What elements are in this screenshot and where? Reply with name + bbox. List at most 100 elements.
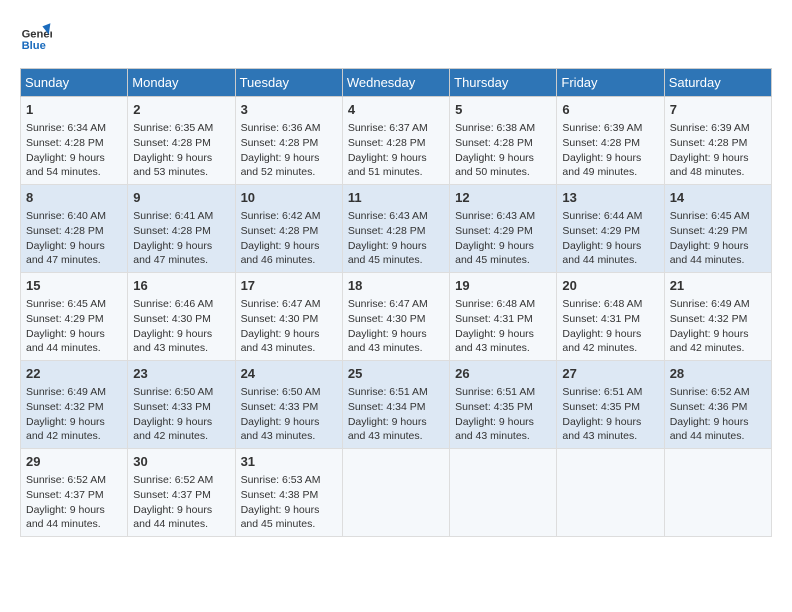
day-info: Sunrise: 6:51 AM Sunset: 4:35 PM Dayligh… (562, 385, 658, 444)
calendar-cell: 8 Sunrise: 6:40 AM Sunset: 4:28 PM Daylig… (21, 185, 128, 273)
calendar-cell: 21 Sunrise: 6:49 AM Sunset: 4:32 PM Dayli… (664, 273, 771, 361)
day-info: Sunrise: 6:47 AM Sunset: 4:30 PM Dayligh… (241, 297, 337, 356)
day-info: Sunrise: 6:35 AM Sunset: 4:28 PM Dayligh… (133, 121, 229, 180)
calendar-cell: 31 Sunrise: 6:53 AM Sunset: 4:38 PM Dayli… (235, 449, 342, 537)
calendar-cell: 4Sunrise: 6:37 AM Sunset: 4:28 PM Daylig… (342, 97, 449, 185)
column-header-wednesday: Wednesday (342, 69, 449, 97)
day-info: Sunrise: 6:52 AM Sunset: 4:37 PM Dayligh… (26, 473, 122, 532)
day-info: Sunrise: 6:40 AM Sunset: 4:28 PM Dayligh… (26, 209, 122, 268)
calendar-cell: 23 Sunrise: 6:50 AM Sunset: 4:33 PM Dayli… (128, 361, 235, 449)
day-number: 4 (348, 101, 444, 119)
calendar-cell: 9 Sunrise: 6:41 AM Sunset: 4:28 PM Daylig… (128, 185, 235, 273)
calendar-cell: 16 Sunrise: 6:46 AM Sunset: 4:30 PM Dayli… (128, 273, 235, 361)
calendar-cell: 29 Sunrise: 6:52 AM Sunset: 4:37 PM Dayli… (21, 449, 128, 537)
day-number: 14 (670, 189, 766, 207)
day-info: Sunrise: 6:49 AM Sunset: 4:32 PM Dayligh… (670, 297, 766, 356)
day-info: Sunrise: 6:38 AM Sunset: 4:28 PM Dayligh… (455, 121, 551, 180)
day-info: Sunrise: 6:34 AM Sunset: 4:28 PM Dayligh… (26, 121, 122, 180)
day-info: Sunrise: 6:43 AM Sunset: 4:28 PM Dayligh… (348, 209, 444, 268)
calendar-cell: 14 Sunrise: 6:45 AM Sunset: 4:29 PM Dayli… (664, 185, 771, 273)
day-info: Sunrise: 6:53 AM Sunset: 4:38 PM Dayligh… (241, 473, 337, 532)
calendar-cell (450, 449, 557, 537)
calendar-cell: 3 Sunrise: 6:36 AM Sunset: 4:28 PM Daylig… (235, 97, 342, 185)
day-number: 9 (133, 189, 229, 207)
day-number: 11 (348, 189, 444, 207)
day-info: Sunrise: 6:39 AM Sunset: 4:28 PM Dayligh… (670, 121, 766, 180)
calendar-cell: 11 Sunrise: 6:43 AM Sunset: 4:28 PM Dayli… (342, 185, 449, 273)
day-number: 22 (26, 365, 122, 383)
column-header-monday: Monday (128, 69, 235, 97)
calendar-cell: 24Sunrise: 6:50 AM Sunset: 4:33 PM Dayli… (235, 361, 342, 449)
day-info: Sunrise: 6:50 AM Sunset: 4:33 PM Dayligh… (133, 385, 229, 444)
calendar-cell: 17 Sunrise: 6:47 AM Sunset: 4:30 PM Dayli… (235, 273, 342, 361)
calendar-cell: 30Sunrise: 6:52 AM Sunset: 4:37 PM Dayli… (128, 449, 235, 537)
day-number: 6 (562, 101, 658, 119)
column-header-sunday: Sunday (21, 69, 128, 97)
calendar-cell: 25 Sunrise: 6:51 AM Sunset: 4:34 PM Dayli… (342, 361, 449, 449)
day-info: Sunrise: 6:45 AM Sunset: 4:29 PM Dayligh… (670, 209, 766, 268)
calendar-cell: 28 Sunrise: 6:52 AM Sunset: 4:36 PM Dayli… (664, 361, 771, 449)
calendar-cell: 18 Sunrise: 6:47 AM Sunset: 4:30 PM Dayli… (342, 273, 449, 361)
day-number: 5 (455, 101, 551, 119)
calendar-week-4: 22Sunrise: 6:49 AM Sunset: 4:32 PM Dayli… (21, 361, 772, 449)
day-number: 18 (348, 277, 444, 295)
day-number: 23 (133, 365, 229, 383)
day-number: 13 (562, 189, 658, 207)
logo: General Blue (20, 20, 56, 52)
day-number: 3 (241, 101, 337, 119)
calendar-cell: 27Sunrise: 6:51 AM Sunset: 4:35 PM Dayli… (557, 361, 664, 449)
svg-text:Blue: Blue (22, 40, 46, 52)
calendar-cell (664, 449, 771, 537)
calendar-week-3: 15 Sunrise: 6:45 AM Sunset: 4:29 PM Dayli… (21, 273, 772, 361)
day-number: 21 (670, 277, 766, 295)
calendar-week-1: 1Sunrise: 6:34 AM Sunset: 4:28 PM Daylig… (21, 97, 772, 185)
day-number: 16 (133, 277, 229, 295)
day-number: 29 (26, 453, 122, 471)
day-number: 2 (133, 101, 229, 119)
calendar-cell: 10Sunrise: 6:42 AM Sunset: 4:28 PM Dayli… (235, 185, 342, 273)
day-number: 30 (133, 453, 229, 471)
day-info: Sunrise: 6:41 AM Sunset: 4:28 PM Dayligh… (133, 209, 229, 268)
calendar-cell: 22Sunrise: 6:49 AM Sunset: 4:32 PM Dayli… (21, 361, 128, 449)
day-info: Sunrise: 6:46 AM Sunset: 4:30 PM Dayligh… (133, 297, 229, 356)
day-number: 31 (241, 453, 337, 471)
day-info: Sunrise: 6:39 AM Sunset: 4:28 PM Dayligh… (562, 121, 658, 180)
day-info: Sunrise: 6:36 AM Sunset: 4:28 PM Dayligh… (241, 121, 337, 180)
calendar-cell (557, 449, 664, 537)
calendar-header: SundayMondayTuesdayWednesdayThursdayFrid… (21, 69, 772, 97)
day-info: Sunrise: 6:44 AM Sunset: 4:29 PM Dayligh… (562, 209, 658, 268)
day-info: Sunrise: 6:45 AM Sunset: 4:29 PM Dayligh… (26, 297, 122, 356)
day-number: 7 (670, 101, 766, 119)
column-header-thursday: Thursday (450, 69, 557, 97)
calendar-cell: 13 Sunrise: 6:44 AM Sunset: 4:29 PM Dayli… (557, 185, 664, 273)
calendar-week-2: 8 Sunrise: 6:40 AM Sunset: 4:28 PM Daylig… (21, 185, 772, 273)
day-number: 20 (562, 277, 658, 295)
day-number: 17 (241, 277, 337, 295)
day-number: 25 (348, 365, 444, 383)
day-number: 19 (455, 277, 551, 295)
calendar-cell: 20 Sunrise: 6:48 AM Sunset: 4:31 PM Dayli… (557, 273, 664, 361)
day-info: Sunrise: 6:42 AM Sunset: 4:28 PM Dayligh… (241, 209, 337, 268)
calendar-cell: 1Sunrise: 6:34 AM Sunset: 4:28 PM Daylig… (21, 97, 128, 185)
calendar-cell: 5 Sunrise: 6:38 AM Sunset: 4:28 PM Daylig… (450, 97, 557, 185)
day-info: Sunrise: 6:50 AM Sunset: 4:33 PM Dayligh… (241, 385, 337, 444)
day-info: Sunrise: 6:48 AM Sunset: 4:31 PM Dayligh… (562, 297, 658, 356)
calendar-cell: 7 Sunrise: 6:39 AM Sunset: 4:28 PM Daylig… (664, 97, 771, 185)
calendar-cell (342, 449, 449, 537)
day-number: 15 (26, 277, 122, 295)
column-header-friday: Friday (557, 69, 664, 97)
calendar-cell: 19 Sunrise: 6:48 AM Sunset: 4:31 PM Dayli… (450, 273, 557, 361)
calendar-cell: 26Sunrise: 6:51 AM Sunset: 4:35 PM Dayli… (450, 361, 557, 449)
day-info: Sunrise: 6:52 AM Sunset: 4:36 PM Dayligh… (670, 385, 766, 444)
calendar-cell: 6 Sunrise: 6:39 AM Sunset: 4:28 PM Daylig… (557, 97, 664, 185)
day-number: 8 (26, 189, 122, 207)
calendar-cell: 15 Sunrise: 6:45 AM Sunset: 4:29 PM Dayli… (21, 273, 128, 361)
calendar-table: SundayMondayTuesdayWednesdayThursdayFrid… (20, 68, 772, 537)
day-number: 28 (670, 365, 766, 383)
day-info: Sunrise: 6:48 AM Sunset: 4:31 PM Dayligh… (455, 297, 551, 356)
column-header-tuesday: Tuesday (235, 69, 342, 97)
day-number: 12 (455, 189, 551, 207)
day-info: Sunrise: 6:47 AM Sunset: 4:30 PM Dayligh… (348, 297, 444, 356)
logo-icon: General Blue (20, 20, 52, 52)
day-info: Sunrise: 6:51 AM Sunset: 4:34 PM Dayligh… (348, 385, 444, 444)
